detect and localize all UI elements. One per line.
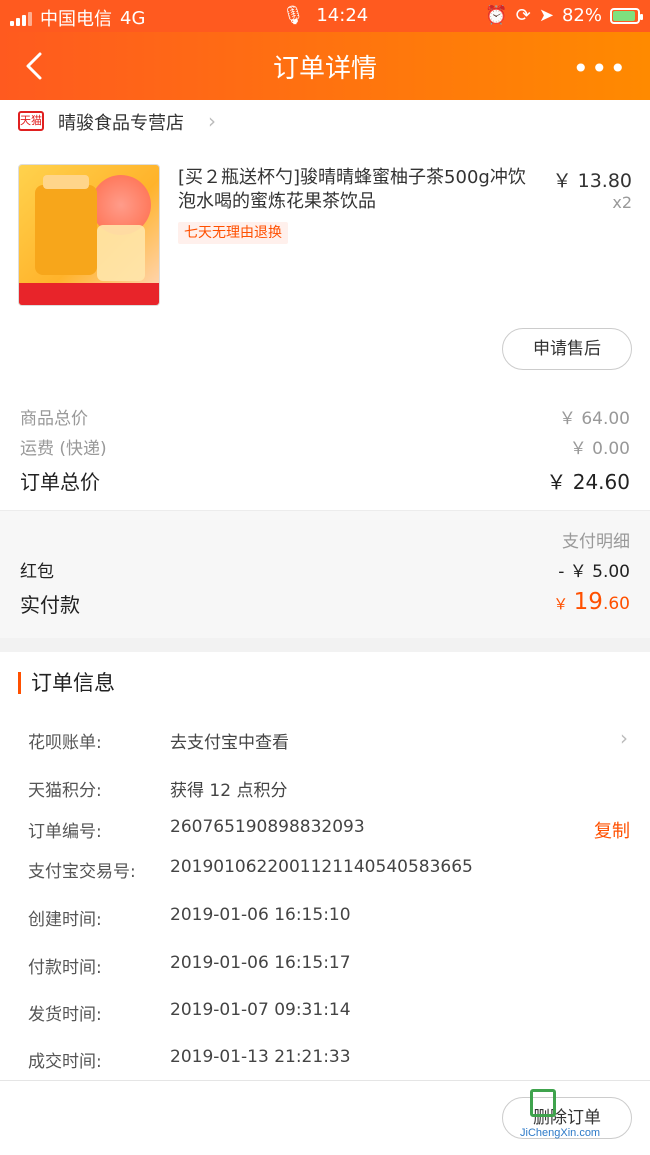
- info-key: 花呗账单:: [28, 733, 102, 753]
- info-key: 发货时间:: [28, 1005, 102, 1025]
- order-total-label: 订单总价: [20, 470, 100, 494]
- payment-detail-link[interactable]: 支付明细: [562, 527, 630, 552]
- order-info-section: 订单信息 花呗账单: 去支付宝中查看 › 天猫积分: 获得 12 点积分 订单编…: [0, 652, 650, 1080]
- product-image[interactable]: [18, 164, 160, 306]
- copy-button[interactable]: 复制: [594, 817, 630, 843]
- info-key: 成交时间:: [28, 1052, 102, 1072]
- product-price: ￥ 13.80: [552, 170, 632, 192]
- product-card: [买２瓶送杯勺]骏晴晴蜂蜜柚子茶500g冲饮泡水喝的蜜炼花果茶饮品 ￥ 13.8…: [0, 142, 650, 382]
- info-value: 2019-01-07 09:31:14: [170, 1000, 351, 1020]
- price-summary: 商品总价 ￥ 64.00 运费 (快递) ￥ 0.00 订单总价 ￥ 24.60: [0, 382, 650, 510]
- shop-name[interactable]: 晴骏食品专营店: [58, 109, 184, 135]
- info-value: 260765190898832093: [170, 817, 365, 837]
- redpacket-value: - ￥ 5.00: [558, 562, 630, 582]
- location-icon: ➤: [538, 5, 554, 26]
- nav-bar: 订单详情 •••: [0, 32, 650, 100]
- paid-decimal: .60: [602, 594, 630, 614]
- return-policy-tag: 七天无理由退换: [178, 222, 288, 244]
- chevron-right-icon: ›: [620, 726, 628, 750]
- promo-banner: [19, 283, 159, 305]
- product-quantity: x2: [612, 193, 632, 212]
- goods-total-label: 商品总价: [20, 409, 88, 429]
- info-key: 订单编号:: [28, 822, 102, 842]
- info-key: 支付宝交易号:: [28, 862, 136, 882]
- shipping-label: 运费 (快递): [20, 439, 107, 459]
- page-title: 订单详情: [272, 54, 377, 84]
- order-info-title: 订单信息: [18, 672, 115, 694]
- tmall-logo-icon: 天猫: [18, 111, 44, 131]
- delete-order-button[interactable]: 删除订单: [502, 1097, 632, 1139]
- shop-header[interactable]: 天猫 晴骏食品专营店 ›: [0, 100, 650, 142]
- info-value: 2019010622001121140540583665: [170, 857, 473, 877]
- battery-percent: 82%: [561, 5, 602, 26]
- info-key: 付款时间:: [28, 958, 102, 978]
- shipping-value: ￥ 0.00: [569, 439, 630, 459]
- info-key: 天猫积分:: [28, 781, 102, 801]
- info-value: 2019-01-06 16:15:17: [170, 953, 351, 973]
- info-value: 去支付宝中查看: [170, 733, 289, 753]
- info-value: 获得 12 点积分: [170, 781, 288, 801]
- cup-graphic: [97, 225, 145, 281]
- info-value: 2019-01-06 16:15:10: [170, 905, 351, 925]
- status-bar: 中国电信 4G 🎙 14:24 ⏰ ⟳ ➤ 82%: [0, 0, 650, 32]
- status-right: ⏰ ⟳ ➤ 82%: [485, 5, 643, 26]
- paid-currency: ￥: [553, 595, 569, 613]
- payment-section: 支付明细 红包 - ￥ 5.00 实付款 ￥ 19.60: [0, 510, 650, 638]
- clock: 14:24: [316, 5, 369, 26]
- battery-icon: [610, 7, 643, 24]
- info-value: 2019-01-13 21:21:33: [170, 1047, 351, 1067]
- paid-integer: 19: [573, 589, 603, 615]
- paid-label: 实付款: [20, 593, 80, 617]
- jar-graphic: [35, 175, 97, 275]
- paid-amount: ￥ 19.60: [553, 589, 630, 615]
- more-menu-button[interactable]: •••: [572, 52, 628, 85]
- bottom-action-bar: 删除订单 JiChengXin.com: [0, 1080, 650, 1155]
- microphone-icon: 🎙: [281, 5, 305, 26]
- chevron-right-icon: ›: [208, 109, 216, 133]
- redpacket-label: 红包: [20, 562, 54, 582]
- info-key: 创建时间:: [28, 910, 102, 930]
- order-total-value: ￥ 24.60: [546, 470, 630, 494]
- alarm-icon: ⏰: [485, 5, 508, 26]
- product-title[interactable]: [买２瓶送杯勺]骏晴晴蜂蜜柚子茶500g冲饮泡水喝的蜜炼花果茶饮品: [178, 166, 538, 214]
- rotation-lock-icon: ⟳: [515, 5, 531, 26]
- goods-total-value: ￥ 64.00: [558, 409, 630, 429]
- after-sale-button[interactable]: 申请售后: [502, 328, 632, 370]
